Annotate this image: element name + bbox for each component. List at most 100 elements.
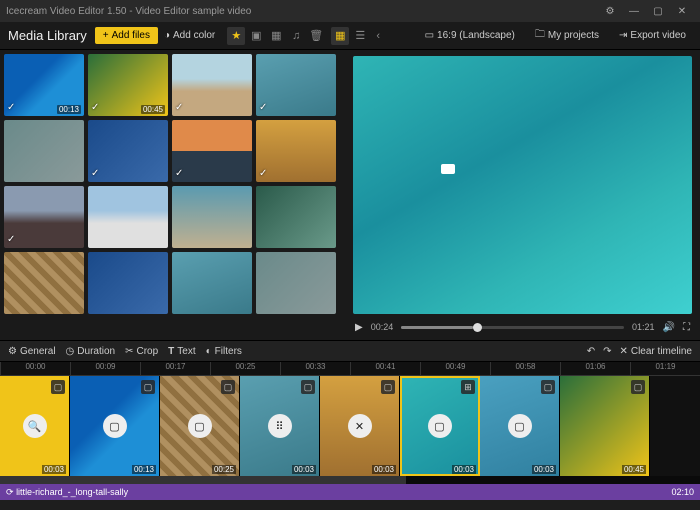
timeline-clip[interactable]: ▢ ▢ 00:25 [160,376,240,476]
clip-type-icon: ⊞ [461,380,475,394]
clip-duration: 00:45 [622,465,646,474]
clip-type-icon: ▢ [221,380,235,394]
list-view-icon[interactable]: ☰ [351,27,369,45]
minimize-icon[interactable]: — [622,6,646,17]
media-thumbnail[interactable] [4,252,84,314]
media-thumbnail[interactable]: ✓ [256,120,336,182]
star-icon[interactable]: ★ [227,27,245,45]
timeline-clip[interactable]: ▢ ▢ 00:13 [70,376,160,476]
clip-action-button[interactable]: ✕ [348,414,372,438]
export-video-button[interactable]: ⇥ Export video [613,27,692,44]
clip-action-button[interactable]: ▢ [188,414,212,438]
app-title: Icecream Video Editor 1.50 - Video Edito… [6,6,251,17]
duration-button[interactable]: ◷ Duration [66,346,116,357]
image-icon[interactable]: ▦ [267,27,285,45]
collapse-icon[interactable]: ‹ [369,27,387,45]
check-icon: ✓ [259,102,267,113]
trash-icon[interactable]: 🗑 [307,27,325,45]
timeline-clip[interactable]: ⊞ ▢ 00:03 [400,376,480,476]
crop-button[interactable]: ✂ Crop [125,346,158,357]
clip-action-button[interactable]: ⠿ [268,414,292,438]
media-thumbnail[interactable] [4,120,84,182]
timeline-clip[interactable]: ▢🔍00:03 [0,376,70,476]
media-thumbnail[interactable]: ✓ 00:13 [4,54,84,116]
timeline: 00:0000:0900:1700:2500:3300:4100:4900:58… [0,362,700,492]
seek-bar[interactable] [401,326,624,329]
fullscreen-icon[interactable]: ⛶ [683,322,690,333]
clip-duration: 00:25 [212,465,236,474]
aspect-ratio-button[interactable]: ▭ 16:9 (Landscape) [419,27,521,44]
clip-duration: 00:13 [132,465,156,474]
clip-action-button[interactable]: ▢ [508,414,532,438]
media-thumbnail[interactable]: ✓ [88,120,168,182]
timeline-clip[interactable]: ▢00:45 [560,376,650,476]
clip-duration: 00:03 [42,465,66,474]
media-thumbnail[interactable]: ✓ [4,186,84,248]
media-thumbnail[interactable] [256,252,336,314]
check-icon: ✓ [175,168,183,179]
check-icon: ✓ [7,234,15,245]
undo-button[interactable]: ↶ [587,346,595,357]
redo-button[interactable]: ↷ [603,346,611,357]
media-filter-icons: ★ ▣ ▦ ♫ 🗑 [227,27,325,45]
close-icon[interactable]: ✕ [670,6,694,17]
media-thumbnail[interactable] [88,252,168,314]
check-icon: ✓ [91,102,99,113]
audio-clip-name: little-richard_-_long-tall-sally [16,487,128,497]
clip-duration: 00:03 [452,465,476,474]
total-time: 01:21 [632,322,655,332]
clip-action-button[interactable]: 🔍 [23,414,47,438]
clip-type-icon: ▢ [381,380,395,394]
media-thumbnail[interactable]: ✓ [172,54,252,116]
general-button[interactable]: ⚙ General [8,346,56,357]
loop-icon[interactable]: ⟳ [6,487,14,497]
maximize-icon[interactable]: ▢ [646,6,670,17]
clip-edit-toolbar: ⚙ General ◷ Duration ✂ Crop T Text ◐ Fil… [0,340,700,362]
grid-view-icon[interactable]: ▦ [331,27,349,45]
check-icon: ✓ [91,168,99,179]
thumb-duration: 00:45 [141,105,165,114]
current-time: 00:24 [371,322,394,332]
media-thumbnail[interactable] [172,252,252,314]
clip-type-icon: ▢ [141,380,155,394]
media-thumbnail[interactable]: ✓ [256,54,336,116]
add-files-button[interactable]: + Add files [95,27,158,44]
video-icon[interactable]: ▣ [247,27,265,45]
media-thumbnail[interactable]: ✓ [172,120,252,182]
check-icon: ✓ [175,102,183,113]
text-button[interactable]: T Text [168,346,195,357]
media-thumbnail[interactable]: ✓ 00:45 [88,54,168,116]
media-thumbnail[interactable] [88,186,168,248]
timeline-clip[interactable]: ▢ ⠿ 00:03 [240,376,320,476]
topbar: Media Library + Add files ◑ Add color ★ … [0,22,700,50]
play-button[interactable]: ▶ [355,322,363,333]
video-canvas[interactable] [353,56,692,314]
media-library: ✓ 00:13 ✓ 00:45 ✓ ✓ ✓ ✓ ✓ ✓ [0,50,345,340]
clear-timeline-button[interactable]: ✕ Clear timeline [619,346,692,357]
audio-icon[interactable]: ♫ [287,27,305,45]
audio-track[interactable]: ⟳ little-richard_-_long-tall-sally 02:10 [0,484,700,500]
timeline-clip[interactable]: ▢ ✕ 00:03 [320,376,400,476]
filters-button[interactable]: ◐ Filters [206,346,242,357]
volume-icon[interactable]: 🔊 [663,322,675,333]
media-thumbnail[interactable] [256,186,336,248]
timeline-clip[interactable]: ▢▢00:03 [480,376,560,476]
thumb-duration: 00:13 [57,105,81,114]
check-icon: ✓ [7,102,15,113]
my-projects-button[interactable]: 🗀 My projects [529,24,605,47]
timeline-scrollbar[interactable] [0,476,700,484]
settings-icon[interactable]: ⚙ [598,6,622,17]
clip-track[interactable]: ▢🔍00:03▢▢00:13▢▢00:25▢⠿00:03▢✕00:03⊞▢00:… [0,376,700,476]
clip-duration: 00:03 [292,465,316,474]
add-color-button[interactable]: ◑ Add color [158,27,221,44]
boat-graphic [441,164,455,174]
library-heading: Media Library [8,28,87,43]
view-icons: ▦ ☰ [331,27,369,45]
clip-action-button[interactable]: ▢ [428,414,452,438]
clip-type-icon: ▢ [301,380,315,394]
clip-duration: 00:03 [372,465,396,474]
clip-action-button[interactable]: ▢ [103,414,127,438]
clip-duration: 00:03 [532,465,556,474]
media-thumbnail[interactable] [172,186,252,248]
time-ruler[interactable]: 00:0000:0900:1700:2500:3300:4100:4900:58… [0,362,700,376]
